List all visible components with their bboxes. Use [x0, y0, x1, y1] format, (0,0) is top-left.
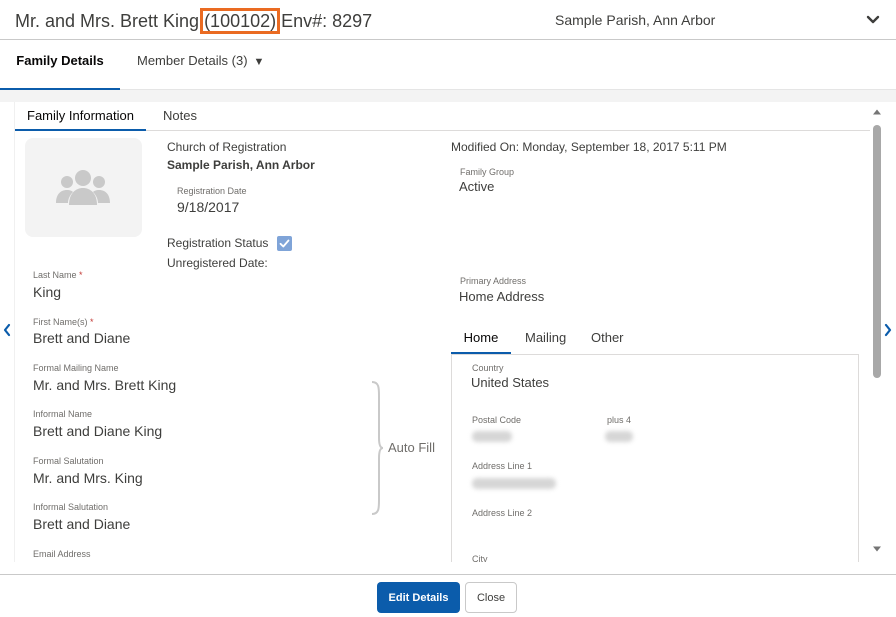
- scroll-up-arrow-icon[interactable]: [872, 108, 881, 116]
- family-title: Mr. and Mrs. Brett King (100102) Env#: 829…: [15, 8, 372, 34]
- tab-notes[interactable]: Notes: [163, 102, 197, 131]
- group-icon: [56, 170, 110, 205]
- tab-member-details[interactable]: Member Details (3) ▼: [137, 40, 264, 90]
- postal-code-value-redacted: [472, 431, 512, 442]
- family-group-value: Active: [459, 179, 495, 194]
- last-name-value: King: [33, 284, 62, 300]
- tab-member-details-label: Member Details (3): [137, 53, 248, 68]
- tab-mailing-address[interactable]: Mailing: [525, 327, 566, 354]
- inner-tabs: Family Information Notes: [15, 102, 870, 131]
- tab-family-details[interactable]: Family Details: [0, 40, 120, 90]
- plus-4-value-redacted: [605, 431, 633, 442]
- informal-name-value: Brett and Diane King: [33, 423, 163, 439]
- first-names-label: First Name(s) *: [33, 317, 94, 327]
- informal-salutation-value: Brett and Diane: [33, 516, 131, 532]
- family-group-label: Family Group: [460, 167, 515, 177]
- section-divider: [0, 90, 896, 102]
- formal-mailing-name-label: Formal Mailing Name: [33, 363, 119, 373]
- primary-address-value: Home Address: [459, 289, 545, 304]
- primary-address-label: Primary Address: [460, 276, 527, 286]
- required-marker: *: [90, 317, 94, 327]
- chevron-right-icon[interactable]: [883, 322, 893, 343]
- country-label: Country: [472, 363, 504, 373]
- family-id: (100102): [200, 8, 281, 34]
- address-line-1-value-redacted: [472, 478, 556, 489]
- family-avatar: [25, 138, 142, 237]
- caret-down-icon: ▼: [253, 56, 265, 68]
- top-tabs: Family Details Member Details (3) ▼: [0, 40, 896, 90]
- informal-name-label: Informal Name: [33, 409, 93, 419]
- modal-header: Mr. and Mrs. Brett King (100102) Env#: 829…: [0, 0, 896, 40]
- family-name: Mr. and Mrs. Brett King: [15, 11, 200, 31]
- scrollbar-thumb[interactable]: [873, 125, 881, 378]
- informal-salutation-label: Informal Salutation: [33, 502, 109, 512]
- plus-4-label: plus 4: [607, 415, 632, 425]
- formal-salutation-value: Mr. and Mrs. King: [33, 470, 143, 486]
- modal-footer: Edit Details Close: [0, 574, 896, 617]
- city-label: City: [472, 554, 488, 562]
- chevron-left-icon[interactable]: [2, 322, 12, 343]
- edit-details-button[interactable]: Edit Details: [377, 582, 460, 613]
- tab-family-information[interactable]: Family Information: [15, 102, 146, 131]
- church-of-registration-value: Sample Parish, Ann Arbor: [167, 158, 315, 172]
- registration-status-checkbox[interactable]: [277, 236, 292, 251]
- address-box: Country United States Postal Code plus 4…: [451, 354, 859, 562]
- tab-home-address[interactable]: Home: [451, 327, 511, 354]
- registration-date-label: Registration Date: [177, 186, 247, 196]
- header-parish: Sample Parish, Ann Arbor: [555, 12, 716, 28]
- brace-icon: [371, 381, 384, 515]
- registration-date-value: 9/18/2017: [177, 199, 240, 215]
- registration-status-label: Registration Status: [167, 236, 269, 250]
- address-tabs: Home Mailing Other: [451, 327, 859, 354]
- modified-on: Modified On: Monday, September 18, 2017 …: [451, 140, 727, 154]
- formal-mailing-name-value: Mr. and Mrs. Brett King: [33, 377, 177, 393]
- church-of-registration-label: Church of Registration: [167, 140, 287, 154]
- check-icon: [279, 239, 290, 248]
- close-button[interactable]: Close: [465, 582, 517, 613]
- family-info-panel: Family Information Notes Church of Regis…: [14, 102, 881, 562]
- scroll-down-arrow-icon[interactable]: [872, 545, 881, 553]
- tab-other-address[interactable]: Other: [591, 327, 624, 354]
- formal-salutation-label: Formal Salutation: [33, 456, 104, 466]
- last-name-label: Last Name *: [33, 270, 83, 280]
- auto-fill-button[interactable]: Auto Fill: [388, 440, 435, 455]
- required-marker: *: [79, 270, 83, 280]
- address-line-1-label: Address Line 1: [472, 461, 533, 471]
- country-value: United States: [471, 375, 550, 390]
- first-names-value: Brett and Diane: [33, 330, 131, 346]
- address-line-2-label: Address Line 2: [472, 508, 533, 518]
- envelope-number: Env#: 8297: [281, 11, 373, 31]
- chevron-down-icon[interactable]: [862, 8, 884, 30]
- unregistered-date-label: Unregistered Date:: [167, 256, 268, 270]
- postal-code-label: Postal Code: [472, 415, 522, 425]
- email-address-label: Email Address: [33, 549, 91, 559]
